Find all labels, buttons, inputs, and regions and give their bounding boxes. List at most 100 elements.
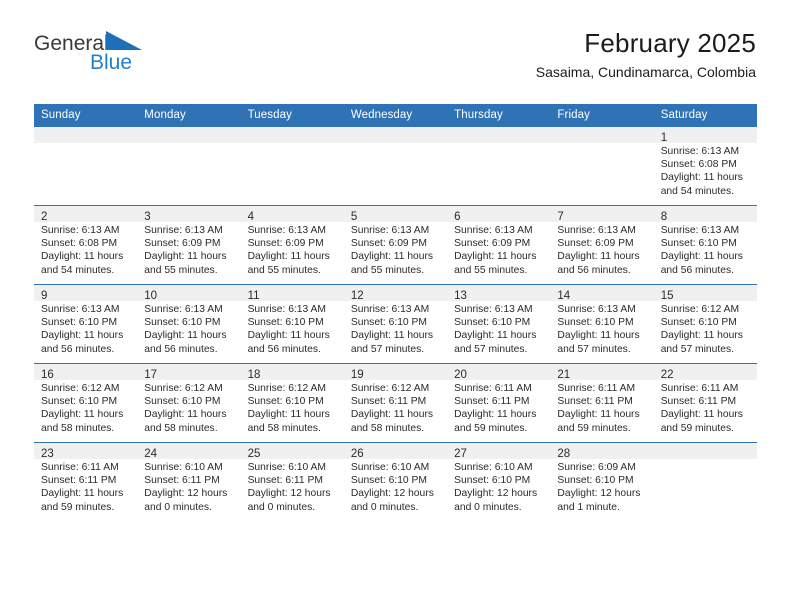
weekday-header-row: Sunday Monday Tuesday Wednesday Thursday Frid… <box>34 104 757 127</box>
day-detail-line: Sunset: 6:10 PM <box>144 396 221 408</box>
day-detail-lines: Sunrise: 6:12 AM Sunset: 6:10 PM Daylight:… <box>34 380 137 435</box>
day-detail-lines: Sunrise: 6:10 AM Sunset: 6:10 PM Daylight:… <box>447 459 550 514</box>
calendar-day-cell[interactable]: 2 Sunrise: 6:13 AM Sunset: 6:08 PM Daylight… <box>34 205 138 285</box>
day-detail-lines: Sunrise: 6:12 AM Sunset: 6:10 PM Daylight:… <box>137 380 240 435</box>
calendar-day-cell[interactable]: 26 Sunrise: 6:10 AM Sunset: 6:10 PM Dayligh… <box>343 442 448 521</box>
calendar-day-cell[interactable]: 27 Sunrise: 6:10 AM Sunset: 6:10 PM Dayligh… <box>447 442 551 521</box>
day-detail-line: Sunrise: 6:11 AM <box>557 383 636 394</box>
day-detail-line: Daylight: 11 hours <box>557 330 640 342</box>
day-number-band: 11 <box>240 285 344 302</box>
calendar-day-cell[interactable]: 9 Sunrise: 6:13 AM Sunset: 6:10 PM Daylight… <box>34 284 138 364</box>
calendar-header-row: Sunday Monday Tuesday Wednesday Thursday Frid… <box>34 104 757 127</box>
day-detail-line: and 0 minutes. <box>247 501 316 513</box>
calendar-empty-cell <box>550 127 654 206</box>
calendar-day-cell[interactable]: 14 Sunrise: 6:13 AM Sunset: 6:10 PM Dayligh… <box>550 284 654 364</box>
calendar-day-cell[interactable]: 21 Sunrise: 6:11 AM Sunset: 6:11 PM Dayligh… <box>550 363 654 443</box>
day-number: 13 <box>454 290 467 302</box>
day-number-band <box>550 127 654 143</box>
day-number-band: 10 <box>137 285 241 302</box>
calendar-day-cell[interactable]: 22 Sunrise: 6:11 AM Sunset: 6:11 PM Dayligh… <box>653 363 757 443</box>
day-detail-lines: Sunrise: 6:13 AM Sunset: 6:10 PM Daylight:… <box>241 301 344 356</box>
day-number: 1 <box>660 132 668 144</box>
day-detail-line: and 59 minutes. <box>660 422 734 434</box>
day-detail-line: Sunrise: 6:12 AM <box>144 383 223 394</box>
calendar-empty-cell <box>34 127 138 206</box>
day-number-band <box>447 127 551 143</box>
calendar-day-cell[interactable]: 3 Sunrise: 6:13 AM Sunset: 6:09 PM Daylight… <box>137 205 241 285</box>
day-number-band: 9 <box>34 285 138 302</box>
day-detail-lines: Sunrise: 6:13 AM Sunset: 6:08 PM Daylight:… <box>654 143 757 198</box>
day-detail-lines: Sunrise: 6:13 AM Sunset: 6:10 PM Daylight:… <box>447 301 550 356</box>
day-detail-lines: Sunrise: 6:09 AM Sunset: 6:10 PM Daylight:… <box>550 459 653 514</box>
day-detail-line: Daylight: 12 hours <box>350 488 434 500</box>
day-number: 15 <box>660 290 674 302</box>
day-detail-line: Sunset: 6:10 PM <box>247 396 324 408</box>
day-detail-lines: Sunrise: 6:10 AM Sunset: 6:11 PM Daylight:… <box>241 459 344 514</box>
day-number: 8 <box>660 211 668 223</box>
calendar-day-cell[interactable]: 7 Sunrise: 6:13 AM Sunset: 6:09 PM Daylight… <box>550 205 654 285</box>
day-detail-line: Daylight: 11 hours <box>247 330 330 342</box>
calendar-day-cell[interactable]: 8 Sunrise: 6:13 AM Sunset: 6:10 PM Daylight… <box>653 205 757 285</box>
day-detail-line: Sunrise: 6:13 AM <box>454 225 533 236</box>
day-detail-line: and 55 minutes. <box>144 264 218 276</box>
day-detail-line: Daylight: 12 hours <box>557 488 641 500</box>
calendar-day-cell[interactable]: 11 Sunrise: 6:13 AM Sunset: 6:10 PM Dayligh… <box>240 284 344 364</box>
day-detail-lines: Sunrise: 6:13 AM Sunset: 6:08 PM Daylight:… <box>34 222 137 277</box>
calendar-empty-cell <box>653 442 757 521</box>
day-detail-line: and 58 minutes. <box>144 422 218 434</box>
calendar-day-cell[interactable]: 5 Sunrise: 6:13 AM Sunset: 6:09 PM Daylight… <box>343 205 448 285</box>
day-number-band: 25 <box>240 443 344 460</box>
day-detail-lines: Sunrise: 6:13 AM Sunset: 6:10 PM Daylight:… <box>344 301 447 356</box>
calendar-day-cell[interactable]: 25 Sunrise: 6:10 AM Sunset: 6:11 PM Dayligh… <box>240 442 344 521</box>
calendar-day-cell[interactable]: 20 Sunrise: 6:11 AM Sunset: 6:11 PM Dayligh… <box>447 363 551 443</box>
day-detail-line: Daylight: 11 hours <box>660 409 743 421</box>
calendar-day-cell[interactable]: 12 Sunrise: 6:13 AM Sunset: 6:10 PM Dayligh… <box>343 284 448 364</box>
day-detail-lines: Sunrise: 6:13 AM Sunset: 6:09 PM Daylight:… <box>137 222 240 277</box>
calendar-week-row: 1 Sunrise: 6:13 AM Sunset: 6:08 PM Daylight… <box>34 127 757 206</box>
calendar-day-cell[interactable]: 24 Sunrise: 6:10 AM Sunset: 6:11 PM Dayligh… <box>137 442 241 521</box>
day-number: 5 <box>350 211 358 223</box>
calendar-day-cell[interactable]: 16 Sunrise: 6:12 AM Sunset: 6:10 PM Dayligh… <box>34 363 138 443</box>
day-number-band: 23 <box>34 443 138 460</box>
day-detail-line: and 0 minutes. <box>350 501 419 513</box>
weekday-header-saturday: Saturday <box>653 104 757 127</box>
calendar-day-cell[interactable]: 17 Sunrise: 6:12 AM Sunset: 6:10 PM Dayligh… <box>137 363 241 443</box>
calendar-day-cell[interactable]: 4 Sunrise: 6:13 AM Sunset: 6:09 PM Daylight… <box>240 205 344 285</box>
day-detail-lines: Sunrise: 6:11 AM Sunset: 6:11 PM Daylight:… <box>34 459 137 514</box>
day-detail-lines: Sunrise: 6:11 AM Sunset: 6:11 PM Daylight:… <box>654 380 757 435</box>
day-detail-lines: Sunrise: 6:13 AM Sunset: 6:10 PM Daylight:… <box>654 222 757 277</box>
calendar-day-cell[interactable]: 15 Sunrise: 6:12 AM Sunset: 6:10 PM Dayligh… <box>653 284 757 364</box>
brand-logo[interactable]: General Blue <box>34 30 214 80</box>
day-detail-line: Sunrise: 6:13 AM <box>144 225 223 236</box>
calendar-day-cell[interactable]: 6 Sunrise: 6:13 AM Sunset: 6:09 PM Daylight… <box>447 205 551 285</box>
day-number-band <box>240 127 344 143</box>
page-subtitle: Sasaima, Cundinamarca, Colombia <box>535 64 756 80</box>
calendar-day-cell[interactable]: 18 Sunrise: 6:12 AM Sunset: 6:10 PM Dayligh… <box>240 363 344 443</box>
day-detail-line: Daylight: 11 hours <box>41 330 124 342</box>
day-number: 4 <box>247 211 254 223</box>
day-detail-line: Daylight: 11 hours <box>144 251 227 263</box>
day-number-band: 21 <box>550 364 654 381</box>
calendar-day-cell[interactable]: 10 Sunrise: 6:13 AM Sunset: 6:10 PM Dayligh… <box>137 284 241 364</box>
day-detail-line: Sunset: 6:10 PM <box>557 317 634 329</box>
day-number-band: 20 <box>447 364 551 381</box>
page-title: February 2025 <box>584 28 756 58</box>
day-number-band: 5 <box>343 206 448 223</box>
day-detail-line: Sunset: 6:11 PM <box>247 475 323 487</box>
calendar-day-cell[interactable]: 13 Sunrise: 6:13 AM Sunset: 6:10 PM Dayligh… <box>447 284 551 364</box>
day-detail-line: and 55 minutes. <box>454 264 528 276</box>
day-detail-lines: Sunrise: 6:13 AM Sunset: 6:09 PM Daylight:… <box>550 222 653 277</box>
calendar-day-cell[interactable]: 19 Sunrise: 6:12 AM Sunset: 6:11 PM Dayligh… <box>343 363 448 443</box>
calendar-day-cell[interactable]: 1 Sunrise: 6:13 AM Sunset: 6:08 PM Daylight… <box>653 127 757 206</box>
day-detail-line: and 56 minutes. <box>41 343 115 355</box>
day-detail-line: Sunset: 6:08 PM <box>41 238 118 250</box>
day-detail-line: Sunset: 6:08 PM <box>660 159 737 171</box>
calendar-grid: Sunday Monday Tuesday Wednesday Thursday Frid… <box>34 104 757 521</box>
calendar-day-cell[interactable]: 28 Sunrise: 6:09 AM Sunset: 6:10 PM Dayligh… <box>550 442 654 521</box>
day-detail-lines: Sunrise: 6:13 AM Sunset: 6:10 PM Daylight:… <box>137 301 240 356</box>
calendar-day-cell[interactable]: 23 Sunrise: 6:11 AM Sunset: 6:11 PM Dayligh… <box>34 442 138 521</box>
day-number: 23 <box>41 448 54 460</box>
day-detail-line: and 59 minutes. <box>557 422 631 434</box>
day-detail-line: Sunrise: 6:13 AM <box>41 304 120 315</box>
day-detail-lines: Sunrise: 6:13 AM Sunset: 6:09 PM Daylight:… <box>447 222 550 277</box>
